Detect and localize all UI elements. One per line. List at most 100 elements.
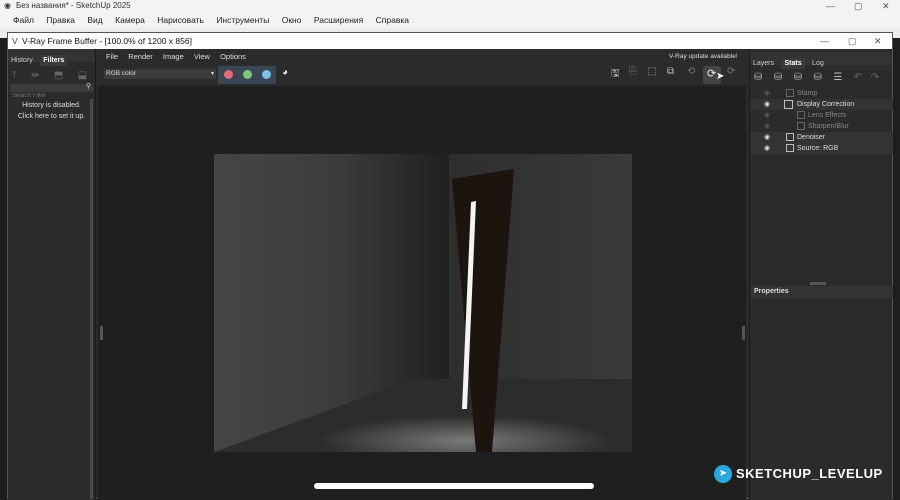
history-msg-line2: Click here to set it up.	[17, 113, 86, 120]
sketchup-menubar: Файл Правка Вид Камера Нарисовать Инстру…	[0, 12, 900, 28]
eye-icon[interactable]: ◉	[764, 88, 770, 99]
stop-render-icon[interactable]: ⟳	[727, 66, 735, 77]
eye-icon[interactable]: ◉	[764, 132, 770, 143]
left-panel: History Filters ⤒ ⇹ ⬒ ⬓ ⚲ History is dis…	[8, 49, 96, 500]
layer-label: Stamp	[797, 90, 818, 97]
eye-icon[interactable]: ◉	[764, 99, 770, 110]
add-layer-icon[interactable]: ⛁	[754, 72, 762, 83]
render-canvas	[98, 86, 746, 500]
delete-icon[interactable]: ⬓	[78, 70, 87, 81]
menu-help[interactable]: Справка	[371, 12, 414, 28]
teapot-icon: ⟳	[707, 68, 717, 80]
panel-splitter-handle[interactable]	[810, 282, 826, 285]
green-channel-toggle[interactable]	[243, 70, 252, 79]
vray-logo-icon: V	[12, 36, 18, 46]
follow-mouse-icon[interactable]: ⟲	[687, 66, 695, 77]
layer-label: Lens Effects	[808, 112, 847, 119]
layer-label: Display Correction	[797, 101, 855, 108]
history-toolbar: ⤒ ⇹ ⬒ ⬓	[8, 62, 95, 84]
menu-window[interactable]: Окно	[277, 12, 307, 28]
render-scene	[214, 154, 632, 452]
undo-icon[interactable]: ↶	[854, 72, 862, 83]
sketchup-title: Без названия* - SketchUp 2025	[16, 1, 131, 10]
stamp-icon	[786, 89, 794, 97]
region-render-icon[interactable]: ⬚	[647, 66, 656, 77]
lens-icon	[797, 111, 805, 119]
mouse-cursor-icon: ➤	[716, 71, 725, 82]
track-mouse-icon[interactable]: ⧉	[667, 66, 674, 77]
blue-channel-toggle[interactable]	[262, 70, 271, 79]
save-image-icon[interactable]: 🖫	[611, 66, 620, 83]
channel-select[interactable]: RGB color ▾	[104, 69, 216, 79]
denoiser-icon	[786, 133, 794, 141]
save-layers-icon[interactable]: ⛁	[794, 72, 802, 83]
properties-header: Properties	[750, 286, 893, 298]
history-disabled-message[interactable]: History is disabled. Click here to set i…	[8, 100, 95, 122]
load-icon[interactable]: ⬒	[54, 70, 63, 81]
layer-label: Denoiser	[797, 134, 826, 141]
layers-toolbar: ⛁ ⛁ ⛁ ⛁ ☰ ↶ ↷	[750, 65, 892, 85]
watermark-text: SKETCHUP_LEVELUP	[736, 466, 883, 481]
sharpen-icon	[797, 122, 805, 130]
layer-label: Source: RGB	[797, 145, 839, 152]
eye-icon[interactable]: ◉	[764, 110, 770, 121]
history-msg-line1: History is disabled.	[22, 102, 81, 109]
close-icon[interactable]: ✕	[882, 0, 890, 12]
source-icon	[786, 144, 794, 152]
menu-view[interactable]: Вид	[82, 12, 107, 28]
redo-icon[interactable]: ↷	[871, 72, 879, 83]
red-channel-toggle[interactable]	[224, 70, 233, 79]
layer-row-lens-effects[interactable]: ◉ Lens Effects	[750, 110, 893, 121]
left-scrollbar[interactable]	[90, 99, 93, 499]
layer-tree: ◉ Stamp ◉ Display Correction ◉ Lens Effe…	[750, 88, 893, 158]
update-notice[interactable]: V-Ray update available!	[669, 53, 738, 60]
layer-row-sharpen-blur[interactable]: ◉ Sharpen/Blur	[750, 121, 893, 132]
maximize-icon[interactable]: ▢	[854, 0, 863, 12]
minimize-icon[interactable]: —	[826, 0, 835, 12]
menu-camera[interactable]: Камера	[110, 12, 150, 28]
search-icon: ⚲	[85, 83, 91, 90]
vfb-menubar: File Render Image View Options	[106, 52, 254, 61]
vfb-title: V-Ray Frame Buffer - [100.0% of 1200 x 8…	[22, 36, 192, 46]
menu-edit[interactable]: Правка	[41, 12, 80, 28]
compare-icon[interactable]: ⇹	[31, 70, 39, 81]
render-image	[214, 154, 632, 452]
vfb-menu-options[interactable]: Options	[220, 52, 246, 61]
curve-icon	[784, 100, 793, 109]
duplicate-layer-icon[interactable]: ⛁	[774, 72, 782, 83]
home-indicator[interactable]	[314, 483, 594, 489]
vfb-menu-render[interactable]: Render	[128, 52, 153, 61]
chevron-down-icon: ▾	[210, 71, 214, 77]
vray-frame-buffer-window: V V-Ray Frame Buffer - [100.0% of 1200 x…	[7, 32, 893, 500]
save-history-icon[interactable]: ⤒	[12, 70, 16, 81]
save-all-icon[interactable]: ⎘	[629, 66, 637, 77]
vfb-menu-view[interactable]: View	[194, 52, 210, 61]
telegram-icon: ➤	[714, 465, 732, 483]
layer-row-denoiser[interactable]: ◉ Denoiser	[750, 132, 893, 143]
right-panel: Layers Stats Log ⛁ ⛁ ⛁ ⛁ ☰ ↶ ↷ ◉ Stamp ◉…	[749, 49, 893, 500]
vfb-minimize-icon[interactable]: —	[820, 33, 829, 49]
vfb-menu-image[interactable]: Image	[163, 52, 184, 61]
search-input[interactable]	[10, 92, 78, 100]
eye-icon[interactable]: ◉	[764, 143, 770, 154]
layer-row-display-correction[interactable]: ◉ Display Correction	[750, 99, 893, 110]
right-splitter-handle[interactable]	[742, 326, 745, 340]
alpha-channel-icon[interactable]: ◕	[282, 67, 288, 78]
vfb-maximize-icon[interactable]: ▢	[848, 33, 857, 49]
vfb-menu-file[interactable]: File	[106, 52, 118, 61]
menu-file[interactable]: Файл	[8, 12, 39, 28]
eye-icon[interactable]: ◉	[764, 121, 770, 132]
vfb-close-icon[interactable]: ✕	[874, 33, 882, 49]
left-splitter-handle[interactable]	[100, 326, 103, 340]
menu-draw[interactable]: Нарисовать	[152, 12, 209, 28]
channel-select-value: RGB color	[106, 70, 136, 77]
layer-row-source-rgb[interactable]: ◉ Source: RGB	[750, 143, 893, 154]
menu-extensions[interactable]: Расширения	[309, 12, 368, 28]
layer-label: Sharpen/Blur	[808, 123, 849, 130]
layer-list-icon[interactable]: ☰	[833, 72, 842, 83]
layer-row-stamp[interactable]: ◉ Stamp	[750, 88, 893, 99]
load-layers-icon[interactable]: ⛁	[814, 72, 822, 83]
search-filter-box[interactable]: ⚲	[10, 83, 93, 100]
menu-tools[interactable]: Инструменты	[211, 12, 274, 28]
sketchup-app-icon: ◉	[4, 1, 11, 10]
